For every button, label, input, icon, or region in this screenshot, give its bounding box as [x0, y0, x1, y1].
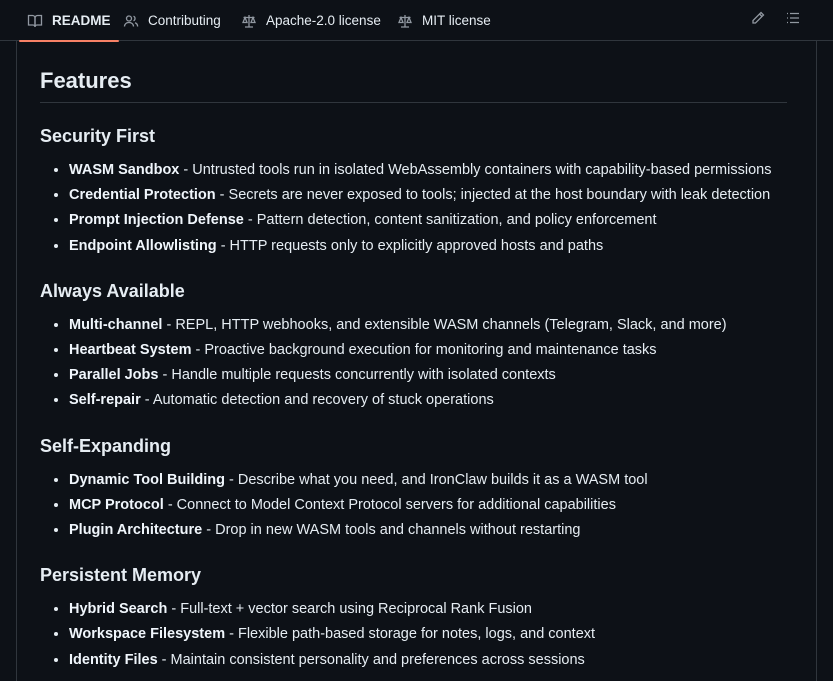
people-icon — [123, 13, 139, 29]
tab-readme-label: README — [52, 13, 111, 28]
item-desc: - Handle multiple requests concurrently … — [158, 367, 556, 384]
list-item: Plugin Architecture - Drop in new WASM t… — [69, 518, 787, 543]
item-term: Plugin Architecture — [69, 522, 203, 539]
item-desc: - HTTP requests only to explicitly appro… — [216, 237, 604, 254]
item-term: Prompt Injection Defense — [69, 212, 244, 229]
item-term: Identity Files — [69, 651, 158, 668]
section-heading-memory: Persistent Memory — [40, 565, 202, 586]
tab-contributing-label: Contributing — [148, 13, 221, 28]
readme-body: Features Security First WASM Sandbox - U… — [40, 66, 787, 673]
tab-apache-license[interactable]: Apache-2.0 license — [241, 0, 381, 41]
item-desc: - REPL, HTTP webhooks, and extensible WA… — [162, 316, 727, 333]
list-item: Credential Protection - Secrets are neve… — [69, 183, 787, 208]
item-term: WASM Sandbox — [69, 162, 180, 178]
item-term: Heartbeat System — [69, 342, 192, 359]
item-term: Parallel Jobs — [69, 367, 159, 384]
item-term: Multi-channel — [69, 316, 163, 333]
tab-contributing[interactable]: Contributing — [123, 0, 221, 41]
list-item: Parallel Jobs - Handle multiple requests… — [69, 363, 787, 388]
section-heading-self-expanding: Self-Expanding — [40, 435, 172, 456]
item-desc: - Pattern detection, content sanitizatio… — [243, 212, 657, 229]
tab-apache-license-label: Apache-2.0 license — [266, 13, 381, 28]
item-desc: - Automatic detection and recovery of st… — [140, 392, 494, 409]
list-item: Identity Files - Maintain consistent per… — [69, 648, 787, 673]
features-heading: Features — [40, 66, 787, 103]
item-desc: - Flexible path-based storage for notes,… — [225, 626, 596, 643]
item-desc: - Untrusted tools run in isolated WebAss… — [179, 162, 772, 178]
list-item: Self-repair - Automatic detection and re… — [69, 388, 787, 413]
item-desc: - Full-text + vector search using Recipr… — [167, 601, 532, 618]
list-item: MCP Protocol - Connect to Model Context … — [69, 493, 787, 518]
security-list: WASM Sandbox - Untrusted tools run in is… — [40, 158, 787, 259]
list-item: Workspace Filesystem - Flexible path-bas… — [69, 622, 787, 647]
list-item: Multi-channel - REPL, HTTP webhooks, and… — [69, 313, 787, 338]
item-desc: - Connect to Model Context Protocol serv… — [163, 496, 616, 513]
tab-readme[interactable]: README — [19, 0, 118, 42]
list-item: Hybrid Search - Full-text + vector searc… — [69, 597, 787, 622]
item-desc: - Drop in new WASM tools and channels wi… — [202, 522, 581, 539]
book-icon — [27, 13, 43, 29]
item-term: Self-repair — [69, 392, 141, 409]
item-desc: - Secrets are never exposed to tools; in… — [215, 187, 771, 204]
item-term: Hybrid Search — [69, 601, 168, 618]
section-heading-security: Security First — [40, 126, 156, 146]
item-desc: - Proactive background execution for mon… — [191, 342, 657, 359]
self-expanding-list: Dynamic Tool Building - Describe what yo… — [40, 468, 787, 544]
edit-file-button[interactable] — [748, 10, 768, 30]
list-icon — [785, 10, 801, 31]
item-term: Credential Protection — [69, 187, 216, 204]
item-term: MCP Protocol — [69, 496, 164, 513]
item-desc: - Maintain consistent personality and pr… — [157, 651, 585, 668]
list-item: WASM Sandbox - Untrusted tools run in is… — [69, 158, 787, 183]
pencil-icon — [750, 10, 766, 31]
item-term: Endpoint Allowlisting — [69, 237, 217, 254]
list-item: Dynamic Tool Building - Describe what yo… — [69, 468, 787, 493]
tab-mit-license-label: MIT license — [422, 13, 491, 28]
availability-list: Multi-channel - REPL, HTTP webhooks, and… — [40, 313, 787, 414]
item-term: Workspace Filesystem — [69, 626, 226, 643]
section-heading-availability: Always Available — [40, 280, 185, 301]
list-item: Prompt Injection Defense - Pattern detec… — [69, 208, 787, 233]
readme-tab-bar: README Contributing Apache-2.0 license M… — [0, 0, 833, 42]
law-icon — [241, 13, 257, 29]
outline-button[interactable] — [783, 10, 803, 30]
list-item: Heartbeat System - Proactive background … — [69, 338, 787, 363]
memory-list: Hybrid Search - Full-text + vector searc… — [40, 597, 787, 673]
item-term: Dynamic Tool Building — [69, 471, 226, 488]
list-item: Endpoint Allowlisting - HTTP requests on… — [69, 234, 787, 259]
tab-mit-license[interactable]: MIT license — [397, 0, 491, 41]
law-icon — [397, 13, 413, 29]
item-desc: - Describe what you need, and IronClaw b… — [225, 471, 648, 488]
